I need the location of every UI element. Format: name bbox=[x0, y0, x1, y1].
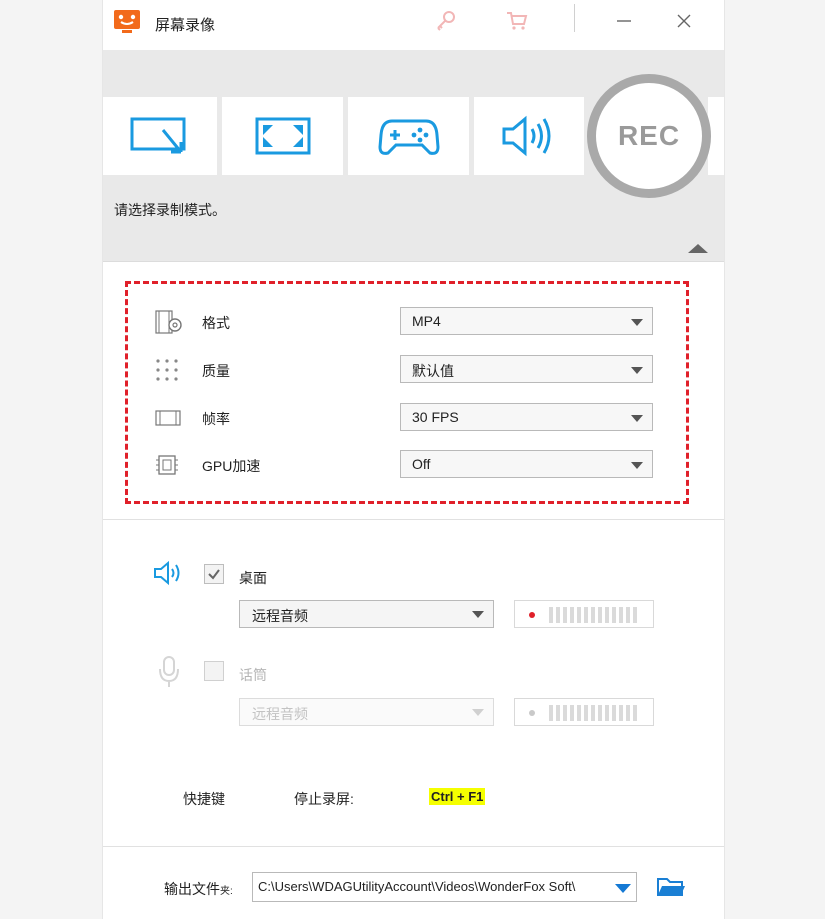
framerate-row: 帧率 30 FPS bbox=[128, 403, 686, 431]
mode-hint-text: 请选择录制模式。 bbox=[114, 202, 226, 218]
fullscreen-mode-button[interactable] bbox=[222, 97, 343, 175]
desktop-audio-label: 桌面 bbox=[239, 570, 267, 586]
desktop-audio-level-meter bbox=[514, 600, 654, 628]
rec-button[interactable]: REC bbox=[587, 74, 711, 198]
microphone-icon bbox=[158, 655, 180, 694]
quality-label: 质量 bbox=[202, 363, 230, 379]
microphone-source-value: 远程音频 bbox=[252, 706, 308, 722]
output-path-field[interactable]: C:\Users\WDAGUtilityAccount\Videos\Wonde… bbox=[252, 872, 637, 902]
chevron-down-icon bbox=[631, 462, 643, 469]
stop-recording-label: 停止录屏: bbox=[294, 791, 354, 807]
rec-label: REC bbox=[617, 120, 681, 151]
section-divider bbox=[103, 519, 724, 520]
quality-icon bbox=[154, 357, 182, 381]
microphone-label: 话筒 bbox=[239, 667, 267, 683]
minimize-icon[interactable] bbox=[609, 6, 639, 36]
output-label-text: 输出文件 bbox=[164, 881, 220, 897]
gpu-select[interactable]: Off bbox=[400, 450, 653, 478]
format-settings-icon bbox=[154, 309, 182, 334]
chevron-down-icon bbox=[615, 884, 631, 893]
chevron-down-icon bbox=[472, 611, 484, 618]
chevron-down-icon bbox=[631, 367, 643, 374]
desktop-audio-source-value: 远程音频 bbox=[252, 608, 308, 624]
chevron-down-icon bbox=[631, 319, 643, 326]
format-value: MP4 bbox=[412, 313, 441, 329]
cart-icon[interactable] bbox=[502, 6, 532, 36]
gpu-label: GPU加速 bbox=[202, 458, 261, 474]
key-icon[interactable] bbox=[431, 6, 461, 36]
speaker-icon bbox=[502, 115, 551, 157]
checkmark-icon bbox=[208, 569, 220, 580]
titlebar-separator bbox=[574, 4, 575, 32]
output-label-suffix: 夹: bbox=[220, 886, 233, 897]
hotkey-title: 快捷键 bbox=[183, 791, 225, 807]
level-bars bbox=[549, 705, 637, 721]
quality-row: 质量 默认值 bbox=[128, 355, 686, 383]
desktop-audio-checkbox[interactable] bbox=[204, 564, 224, 584]
video-settings-box: 格式 MP4 质量 默认值 帧率 30 FPS GPU加速 Off bbox=[125, 281, 689, 504]
quality-value: 默认值 bbox=[412, 363, 454, 379]
region-icon bbox=[130, 117, 186, 154]
app-title: 屏幕录像 bbox=[155, 17, 216, 34]
gpu-value: Off bbox=[412, 456, 431, 472]
format-select[interactable]: MP4 bbox=[400, 307, 653, 335]
framerate-label: 帧率 bbox=[202, 411, 230, 427]
microphone-checkbox[interactable] bbox=[204, 661, 224, 681]
microphone-source-select[interactable]: 远程音频 bbox=[239, 698, 494, 726]
region-mode-button[interactable] bbox=[103, 97, 217, 175]
microphone-level-meter bbox=[514, 698, 654, 726]
desktop-speaker-icon bbox=[153, 560, 183, 591]
collapse-arrow-icon[interactable] bbox=[688, 244, 708, 253]
chevron-down-icon bbox=[631, 415, 643, 422]
desktop-audio-source-select[interactable]: 远程音频 bbox=[239, 600, 494, 628]
chevron-down-icon bbox=[472, 709, 484, 716]
level-dot-icon bbox=[529, 612, 535, 618]
format-label: 格式 bbox=[202, 315, 230, 331]
gamepad-icon bbox=[377, 119, 440, 155]
framerate-select[interactable]: 30 FPS bbox=[400, 403, 653, 431]
format-row: 格式 MP4 bbox=[128, 307, 686, 335]
level-dot-icon bbox=[529, 710, 535, 716]
chip-icon bbox=[154, 452, 182, 476]
gpu-row: GPU加速 Off bbox=[128, 450, 686, 478]
close-icon[interactable] bbox=[669, 6, 699, 36]
framerate-value: 30 FPS bbox=[412, 409, 459, 425]
level-bars bbox=[549, 607, 637, 623]
stop-recording-hotkey[interactable]: Ctrl + F1 bbox=[429, 788, 486, 805]
audio-only-mode-button[interactable] bbox=[474, 97, 584, 175]
output-folder-label: 输出文件夹: bbox=[164, 879, 233, 899]
film-strip-icon bbox=[154, 405, 182, 429]
output-path-value: C:\Users\WDAGUtilityAccount\Videos\Wonde… bbox=[258, 879, 576, 894]
fullscreen-icon bbox=[255, 117, 310, 155]
screen-recorder-window: 屏幕录像 REC 请选择录制模式。 格式 MP4 质量 默认值 帧率 30 FP… bbox=[102, 0, 725, 919]
folder-open-icon[interactable] bbox=[656, 875, 686, 904]
recording-mode-panel: REC 请选择录制模式。 bbox=[103, 50, 724, 262]
app-logo-icon bbox=[113, 9, 141, 35]
output-divider bbox=[103, 846, 724, 847]
game-mode-button[interactable] bbox=[348, 97, 469, 175]
quality-select[interactable]: 默认值 bbox=[400, 355, 653, 383]
title-bar: 屏幕录像 bbox=[103, 0, 724, 48]
